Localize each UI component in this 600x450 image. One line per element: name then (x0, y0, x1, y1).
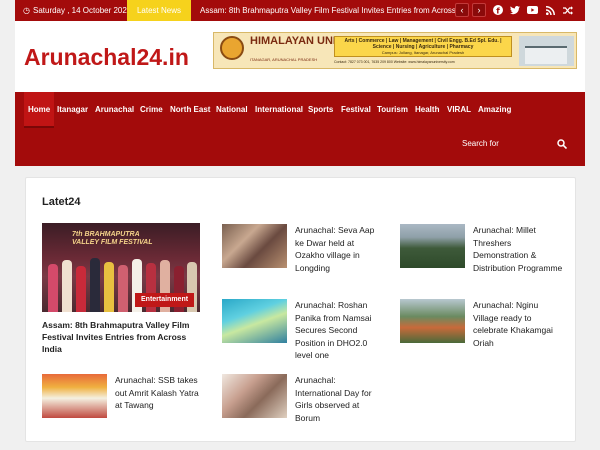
latest-news-label: Latest News (127, 0, 191, 21)
person-figure (90, 258, 100, 312)
nav-item-home[interactable]: Home (24, 92, 55, 128)
chevron-right-icon: › (477, 5, 481, 15)
nav-item-international[interactable]: International (255, 92, 303, 128)
nav-item-tourism[interactable]: Tourism (377, 92, 408, 128)
post-thumbnail[interactable] (222, 374, 287, 418)
post-title[interactable]: Arunachal: Seva Aap ke Dwar held at Ozak… (295, 224, 383, 274)
clock-icon: ◷ (23, 6, 30, 15)
site-logo[interactable]: Arunachal24.in (24, 44, 189, 71)
post-title[interactable]: Arunachal: International Day for Girls o… (295, 374, 383, 424)
chevron-left-icon: ‹ (460, 5, 464, 15)
nav-item-sports[interactable]: Sports (308, 92, 333, 128)
search-icon[interactable] (557, 136, 571, 152)
svg-text:f: f (496, 7, 500, 16)
post-title[interactable]: Arunachal: Millet Threshers Demonstratio… (473, 224, 565, 274)
university-building-image (519, 36, 574, 66)
main-navigation: Home Itanagar Arunachal Crime North East… (15, 92, 585, 166)
person-figure (104, 262, 114, 312)
rss-icon[interactable] (543, 0, 557, 21)
twitter-icon[interactable] (508, 0, 522, 21)
date-display: ◷ Saturday , 14 October 2023 (23, 0, 131, 21)
banner-courses: Arts | Commerce | Law | Management | Civ… (334, 36, 512, 57)
banner-courses-text: Arts | Commerce | Law | Management | Civ… (344, 38, 502, 50)
shuffle-icon[interactable] (561, 0, 575, 21)
post-title[interactable]: Arunachal: Nginu Village ready to celebr… (473, 299, 565, 349)
section-title: Latet24 (42, 196, 81, 208)
person-figure (118, 265, 128, 312)
post-thumbnail[interactable] (222, 224, 287, 268)
top-bar: ◷ Saturday , 14 October 2023 Latest News … (15, 0, 585, 21)
post-thumbnail[interactable] (400, 224, 465, 268)
post-thumbnail[interactable] (42, 374, 107, 418)
date-text: Saturday , 14 October 2023 (32, 6, 132, 15)
person-figure (48, 264, 58, 312)
university-ad-banner[interactable]: HIMALAYAN UNIVERSITY ITANAGAR, ARUNACHAL… (213, 32, 577, 69)
post-title[interactable]: Arunachal: Roshan Panika from Namsai Sec… (295, 299, 383, 362)
ticker-next-button[interactable]: › (472, 3, 486, 17)
nav-item-north-east[interactable]: North East (170, 92, 210, 128)
featured-image-caption: 7th BRAHMAPUTRA VALLEY FILM FESTIVAL (72, 231, 153, 246)
banner-location: ITANAGAR, ARUNACHAL PRADESH (250, 57, 318, 62)
nav-item-amazing[interactable]: Amazing (478, 92, 511, 128)
person-figure (62, 260, 72, 312)
banner-contact: Contact: 7827 073 001, 7635 209 800 Webs… (334, 60, 455, 64)
banner-campus: Campus: Jollang, Itanagar, Arunachal Pra… (381, 50, 465, 55)
latest-posts-block: Latet24 7th BRAHMAPUTRA VALLEY FILM FEST… (25, 177, 576, 442)
post-title[interactable]: Arunachal: SSB takes out Amrit Kalash Ya… (115, 374, 203, 412)
category-badge[interactable]: Entertainment (135, 293, 195, 307)
nav-item-itanagar[interactable]: Itanagar (57, 92, 88, 128)
facebook-icon[interactable]: f (491, 0, 505, 21)
site-header: Arunachal24.in HIMALAYAN UNIVERSITY ITAN… (15, 21, 585, 92)
person-figure (76, 266, 86, 312)
nav-item-crime[interactable]: Crime (140, 92, 163, 128)
ticker-prev-button[interactable]: ‹ (455, 3, 469, 17)
university-seal-icon (220, 36, 244, 60)
nav-item-health[interactable]: Health (415, 92, 439, 128)
featured-post-title[interactable]: Assam: 8th Brahmaputra Valley Film Festi… (42, 319, 206, 355)
post-thumbnail[interactable] (400, 299, 465, 343)
post-thumbnail[interactable] (222, 299, 287, 343)
youtube-icon[interactable] (525, 0, 539, 21)
nav-item-arunachal[interactable]: Arunachal (95, 92, 134, 128)
nav-item-national[interactable]: National (216, 92, 248, 128)
nav-item-festival[interactable]: Festival (341, 92, 371, 128)
news-ticker[interactable]: Assam: 8th Brahmaputra Valley Film Festi… (200, 0, 465, 21)
nav-item-viral[interactable]: VIRAL (447, 92, 471, 128)
